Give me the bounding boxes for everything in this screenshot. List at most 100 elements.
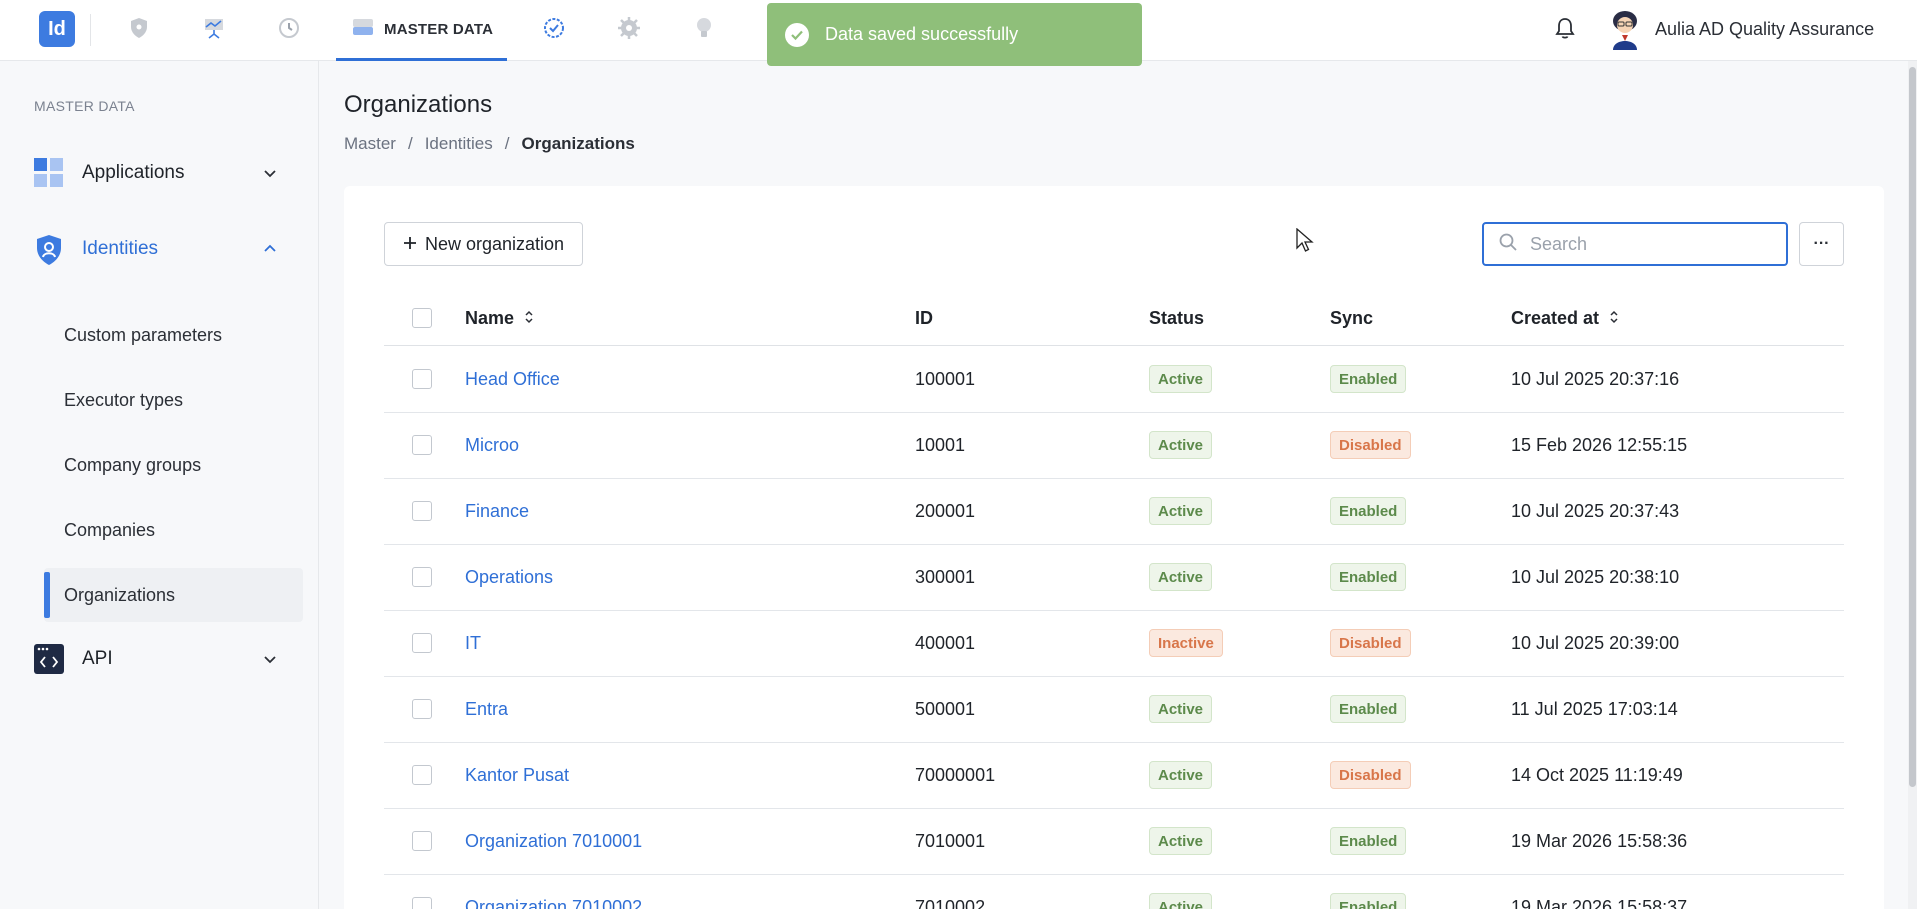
sidebar-item-label: Applications xyxy=(82,162,185,183)
new-organization-label: New organization xyxy=(424,233,565,254)
sidebar-item-company-groups[interactable]: Company groups xyxy=(44,438,303,492)
check-icon xyxy=(785,22,809,47)
user-name[interactable]: Aulia AD Quality Assurance xyxy=(1655,19,1874,40)
lightbulb-icon[interactable] xyxy=(690,14,718,42)
column-name-label: Name xyxy=(465,308,515,328)
search-box[interactable] xyxy=(1482,222,1788,266)
sync-badge: Enabled xyxy=(1330,695,1407,723)
org-name-link[interactable]: Kantor Pusat xyxy=(465,765,569,786)
toast-message: Data saved successfully xyxy=(825,24,1019,44)
new-organization-button[interactable]: New organization xyxy=(384,222,583,266)
tab-master-data[interactable]: MASTER DATA xyxy=(336,0,507,61)
org-id: 7010002 xyxy=(915,897,986,909)
select-all-checkbox[interactable] xyxy=(412,308,432,328)
chevron-up-icon xyxy=(262,241,278,257)
sidebar-item-applications[interactable]: Applications xyxy=(34,153,296,193)
breadcrumb-separator: / xyxy=(407,134,413,153)
status-badge: Active xyxy=(1149,761,1213,789)
gear-icon[interactable] xyxy=(615,14,643,42)
column-sync: Sync xyxy=(1330,308,1374,328)
status-badge: Active xyxy=(1149,563,1213,591)
bell-icon[interactable] xyxy=(1552,16,1578,42)
table-row[interactable]: Operations 300001 Active Enabled 10 Jul … xyxy=(384,545,1844,611)
row-checkbox[interactable] xyxy=(412,633,432,653)
org-name-link[interactable]: Organization 7010001 xyxy=(465,831,642,852)
page-title: Organizations xyxy=(344,91,493,118)
row-checkbox[interactable] xyxy=(412,501,432,521)
avatar[interactable] xyxy=(1607,8,1643,50)
sync-badge: Disabled xyxy=(1330,431,1411,459)
column-name[interactable]: Name xyxy=(465,308,534,329)
table-row[interactable]: IT 400001 Inactive Disabled 10 Jul 2025 … xyxy=(384,611,1844,677)
sidebar-item-label: API xyxy=(82,648,113,669)
sync-badge: Disabled xyxy=(1330,629,1411,657)
shield-icon[interactable] xyxy=(125,14,153,42)
table-header: Name ID Status Sync Created at xyxy=(384,291,1844,346)
row-checkbox[interactable] xyxy=(412,567,432,587)
status-badge: Active xyxy=(1149,431,1213,459)
org-id: 70000001 xyxy=(915,765,996,785)
logo-divider xyxy=(90,14,91,46)
column-status: Status xyxy=(1149,308,1205,328)
org-name-link[interactable]: Organization 7010002 xyxy=(465,897,642,909)
created-at: 19 Mar 2026 15:58:37 xyxy=(1511,897,1688,909)
breadcrumb-identities[interactable]: Identities xyxy=(425,134,493,154)
row-checkbox[interactable] xyxy=(412,765,432,785)
table-row[interactable]: Organization 7010002 7010002 Active Enab… xyxy=(384,875,1844,909)
org-id: 200001 xyxy=(915,501,976,521)
sort-icon[interactable] xyxy=(1609,308,1619,329)
more-options-button[interactable]: ··· xyxy=(1799,222,1844,266)
status-badge: Inactive xyxy=(1149,629,1223,657)
created-at: 14 Oct 2025 11:19:49 xyxy=(1511,765,1683,785)
org-id: 300001 xyxy=(915,567,976,587)
table-row[interactable]: Microo 10001 Active Disabled 15 Feb 2026… xyxy=(384,413,1844,479)
table-row[interactable]: Kantor Pusat 70000001 Active Disabled 14… xyxy=(384,743,1844,809)
sidebar-item-api[interactable]: API xyxy=(34,639,296,679)
created-at: 10 Jul 2025 20:37:16 xyxy=(1511,369,1680,389)
org-id: 400001 xyxy=(915,633,976,653)
chevron-down-icon xyxy=(262,165,278,181)
sidebar-item-identities[interactable]: Identities xyxy=(34,229,296,269)
table-row[interactable]: Organization 7010001 7010001 Active Enab… xyxy=(384,809,1844,875)
status-badge: Active xyxy=(1149,695,1213,723)
history-icon[interactable] xyxy=(275,14,303,42)
breadcrumb: Master / Identities / Organizations xyxy=(344,134,635,154)
sidebar-item-organizations[interactable]: Organizations xyxy=(44,568,303,622)
org-name-link[interactable]: Head Office xyxy=(465,369,560,390)
organizations-card: New organization ··· Name ID Status Sync… xyxy=(344,186,1884,909)
page-scrollbar[interactable] xyxy=(1908,61,1917,909)
tab-master-data-label: MASTER DATA xyxy=(384,20,494,38)
breadcrumb-current: Organizations xyxy=(521,134,635,153)
check-circle-icon[interactable] xyxy=(540,14,568,42)
row-checkbox[interactable] xyxy=(412,897,432,909)
app-logo[interactable]: Id xyxy=(39,11,75,47)
org-name-link[interactable]: Operations xyxy=(465,567,553,588)
table-row[interactable]: Head Office 100001 Active Enabled 10 Jul… xyxy=(384,347,1844,413)
presentation-icon[interactable] xyxy=(200,14,228,42)
success-toast: Data saved successfully xyxy=(767,3,1142,66)
row-checkbox[interactable] xyxy=(412,699,432,719)
row-checkbox[interactable] xyxy=(412,369,432,389)
sidebar-item-executor-types[interactable]: Executor types xyxy=(44,373,303,427)
sort-icon[interactable] xyxy=(524,308,534,329)
sync-badge: Disabled xyxy=(1330,761,1411,789)
table-row[interactable]: Entra 500001 Active Enabled 11 Jul 2025 … xyxy=(384,677,1844,743)
search-input[interactable] xyxy=(1530,233,1760,255)
row-checkbox[interactable] xyxy=(412,831,432,851)
sidebar-item-custom-parameters[interactable]: Custom parameters xyxy=(44,308,303,362)
sidebar-item-companies[interactable]: Companies xyxy=(44,503,303,557)
org-name-link[interactable]: IT xyxy=(465,633,481,654)
table-row[interactable]: Finance 200001 Active Enabled 10 Jul 202… xyxy=(384,479,1844,545)
org-name-link[interactable]: Microo xyxy=(465,435,519,456)
breadcrumb-master[interactable]: Master xyxy=(344,134,396,154)
org-id: 10001 xyxy=(915,435,966,455)
created-at: 19 Mar 2026 15:58:36 xyxy=(1511,831,1688,851)
org-name-link[interactable]: Finance xyxy=(465,501,529,522)
column-created-at[interactable]: Created at xyxy=(1511,308,1619,329)
sidebar: MASTER DATA Applications Identities Cust… xyxy=(0,61,319,909)
sync-badge: Enabled xyxy=(1330,365,1407,393)
status-badge: Active xyxy=(1149,497,1213,525)
scrollbar-thumb[interactable] xyxy=(1909,67,1916,787)
row-checkbox[interactable] xyxy=(412,435,432,455)
org-name-link[interactable]: Entra xyxy=(465,699,508,720)
